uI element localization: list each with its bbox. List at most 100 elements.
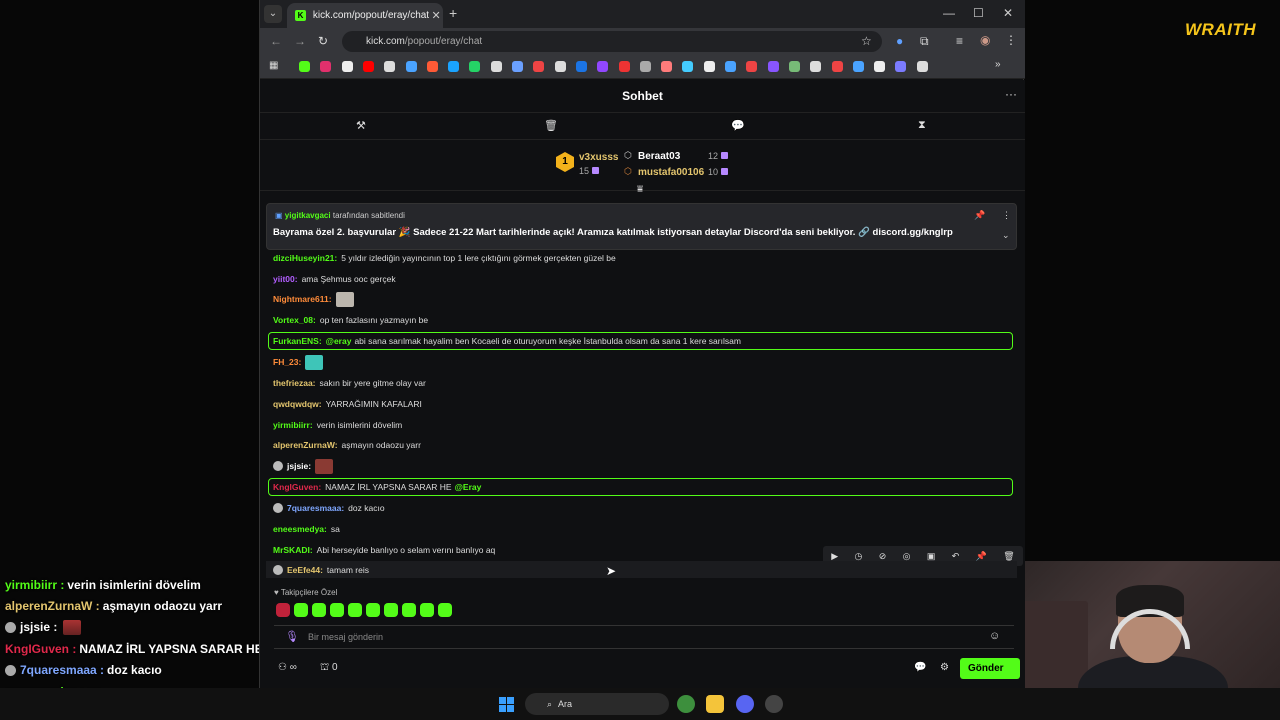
bookmark-icon[interactable]: [725, 61, 736, 72]
browser-menu-icon[interactable]: ⋮: [1005, 33, 1017, 47]
windows-start-icon[interactable]: [499, 697, 514, 712]
chat-message-input[interactable]: Bir mesaj gönderin: [274, 625, 1014, 649]
chat-message[interactable]: eneesmedya: sa: [273, 522, 340, 536]
copy-icon[interactable]: ▣: [927, 551, 936, 562]
send-button[interactable]: Gönder: [960, 658, 1020, 679]
bookmark-icon[interactable]: [916, 61, 928, 72]
chat-username[interactable]: eneesmedya:: [273, 524, 327, 534]
chat-username[interactable]: MrSKADI:: [273, 545, 313, 555]
chat-username[interactable]: alperenZurnaW:: [273, 440, 338, 450]
chat-message[interactable]: 7quaresmaaa: doz kacıo: [273, 501, 385, 515]
bookmark-icon[interactable]: [618, 61, 630, 72]
bookmark-icon[interactable]: [639, 61, 651, 72]
bookmark-star-icon[interactable]: ☆: [861, 34, 872, 48]
emote-button[interactable]: [312, 603, 326, 617]
bookmark-icon[interactable]: [426, 61, 438, 72]
pin-icon[interactable]: 📌: [976, 551, 987, 562]
chat-message[interactable]: qwdqwdqw: YARRAĞIMIN KAFALARI: [273, 397, 422, 411]
extension-icon[interactable]: ●: [896, 34, 903, 48]
bookmark-icon[interactable]: [810, 61, 822, 72]
close-window-icon[interactable]: ✕: [1003, 6, 1013, 20]
file-explorer-icon[interactable]: [706, 695, 724, 713]
chat-message[interactable]: yirmibiirr: verin isimlerini dövelim: [273, 418, 402, 432]
bookmark-icon[interactable]: [788, 61, 800, 72]
chat-username[interactable]: yiit00:: [273, 274, 298, 284]
mention[interactable]: @Eray: [455, 482, 482, 492]
chat-username[interactable]: FH_23:: [273, 357, 301, 367]
emote-button[interactable]: [348, 603, 362, 617]
chat-username[interactable]: yirmibiirr:: [273, 420, 313, 430]
more-bookmarks-icon[interactable]: »: [995, 59, 1001, 70]
bookmark-icon[interactable]: [831, 61, 843, 72]
bookmark-icon[interactable]: [554, 61, 566, 72]
leaderboard-first-name[interactable]: v3xusss: [579, 152, 618, 163]
chat-username[interactable]: FurkanENS:: [273, 336, 322, 346]
bookmark-icon[interactable]: [512, 61, 523, 72]
browser-tab[interactable]: K kick.com/popout/eray/chat ✕: [287, 3, 443, 28]
emote-button[interactable]: [276, 603, 290, 617]
chat-username[interactable]: thefriezaa:: [273, 378, 316, 388]
bookmark-icon[interactable]: [597, 61, 609, 72]
bookmark-icon[interactable]: [533, 61, 545, 72]
chat-username[interactable]: 7quaresmaaa:: [287, 503, 344, 513]
ban-icon[interactable]: ⊘: [879, 551, 887, 562]
bookmark-icon[interactable]: [746, 61, 758, 72]
emote-button[interactable]: [420, 603, 434, 617]
play-icon[interactable]: ▶: [831, 551, 838, 562]
chat-message[interactable]: KngIGuven: NAMAZ İRL YAPSNA SARAR HE @Eray: [273, 480, 481, 494]
settings-gear-icon[interactable]: ⚙: [940, 662, 949, 673]
bookmark-icon[interactable]: [661, 61, 673, 72]
emote-button[interactable]: [330, 603, 344, 617]
bookmark-icon[interactable]: [703, 61, 715, 72]
mention[interactable]: @eray: [326, 336, 352, 346]
chat-message[interactable]: alperenZurnaW: aşmayın odaozu yarr: [273, 438, 421, 452]
chat-message[interactable]: MrSKADI: Abi herseyide banlıyo o selam ve…: [273, 543, 495, 557]
emote-button[interactable]: [438, 603, 452, 617]
url-input[interactable]: kick.com/popout/eray/chat: [342, 31, 882, 52]
discord-icon[interactable]: [736, 695, 754, 713]
chat-username[interactable]: dizciHuseyin21:: [273, 253, 337, 263]
chat-message[interactable]: dizciHuseyin21: 5 yıldır izlediğin yayınc…: [273, 251, 616, 265]
chat-username[interactable]: EeEfe44:: [287, 565, 323, 575]
emoji-picker-icon[interactable]: ☺: [989, 630, 1000, 642]
chat-username[interactable]: qwdqwdqw:: [273, 399, 322, 409]
pinned-options-icon[interactable]: ⋮: [1002, 210, 1011, 221]
hourglass-icon[interactable]: ⧗: [918, 119, 926, 132]
chat-settings-bubble-icon[interactable]: 💬: [914, 662, 926, 673]
chat-message[interactable]: FH_23:: [273, 354, 324, 370]
chat-message[interactable]: FurkanENS: @eray abi sana sarılmak hayalim…: [273, 334, 741, 348]
chat-message[interactable]: thefriezaa: sakın bir yere gitme olay var: [273, 376, 426, 390]
mic-icon[interactable]: 🎙: [285, 630, 299, 643]
bookmark-icon[interactable]: [852, 61, 864, 72]
chrome-icon[interactable]: [677, 695, 695, 713]
chat-username[interactable]: KngIGuven:: [273, 482, 321, 492]
leaderboard-second-name[interactable]: Beraat03: [638, 151, 680, 162]
new-tab-icon[interactable]: +: [449, 5, 457, 21]
back-icon[interactable]: ←: [270, 34, 282, 48]
chat-message[interactable]: Vortex_08: op ten fazlasını yazmayın be: [273, 313, 428, 327]
chat-message[interactable]: Nightmare611:: [273, 291, 354, 307]
hammer-icon[interactable]: ⚒: [356, 119, 366, 132]
chat-username[interactable]: Nightmare611:: [273, 294, 332, 304]
emote-button[interactable]: [402, 603, 416, 617]
chat-username[interactable]: Vortex_08:: [273, 315, 316, 325]
bookmark-icon[interactable]: [682, 61, 694, 72]
viewers-icon[interactable]: ⚇ ∞: [278, 662, 297, 673]
bookmark-icon[interactable]: [490, 61, 502, 72]
store-icon[interactable]: ⛫ 0: [320, 662, 338, 675]
emote-button[interactable]: [294, 603, 308, 617]
bookmark-icon[interactable]: [384, 61, 396, 72]
chevron-down-icon[interactable]: ⌄: [1002, 230, 1010, 241]
profile-avatar-icon[interactable]: ◉: [980, 33, 990, 47]
bookmark-icon[interactable]: [320, 61, 332, 72]
chat-message[interactable]: EeEfe44: tamam reis: [273, 563, 369, 577]
delete-icon[interactable]: 🗑: [1003, 551, 1014, 562]
minimize-icon[interactable]: —: [943, 6, 955, 20]
bookmark-icon[interactable]: [448, 61, 460, 72]
leaderboard-third-name[interactable]: mustafa00106: [638, 167, 704, 178]
reload-icon[interactable]: ↻: [318, 34, 328, 48]
chat-username[interactable]: jsjsie:: [287, 461, 311, 471]
chat-bubble-icon[interactable]: 💬: [731, 119, 745, 132]
chat-message[interactable]: yiit00: ama Şehmus ooc gerçek: [273, 272, 396, 286]
chat-message[interactable]: jsjsie:: [273, 458, 334, 474]
